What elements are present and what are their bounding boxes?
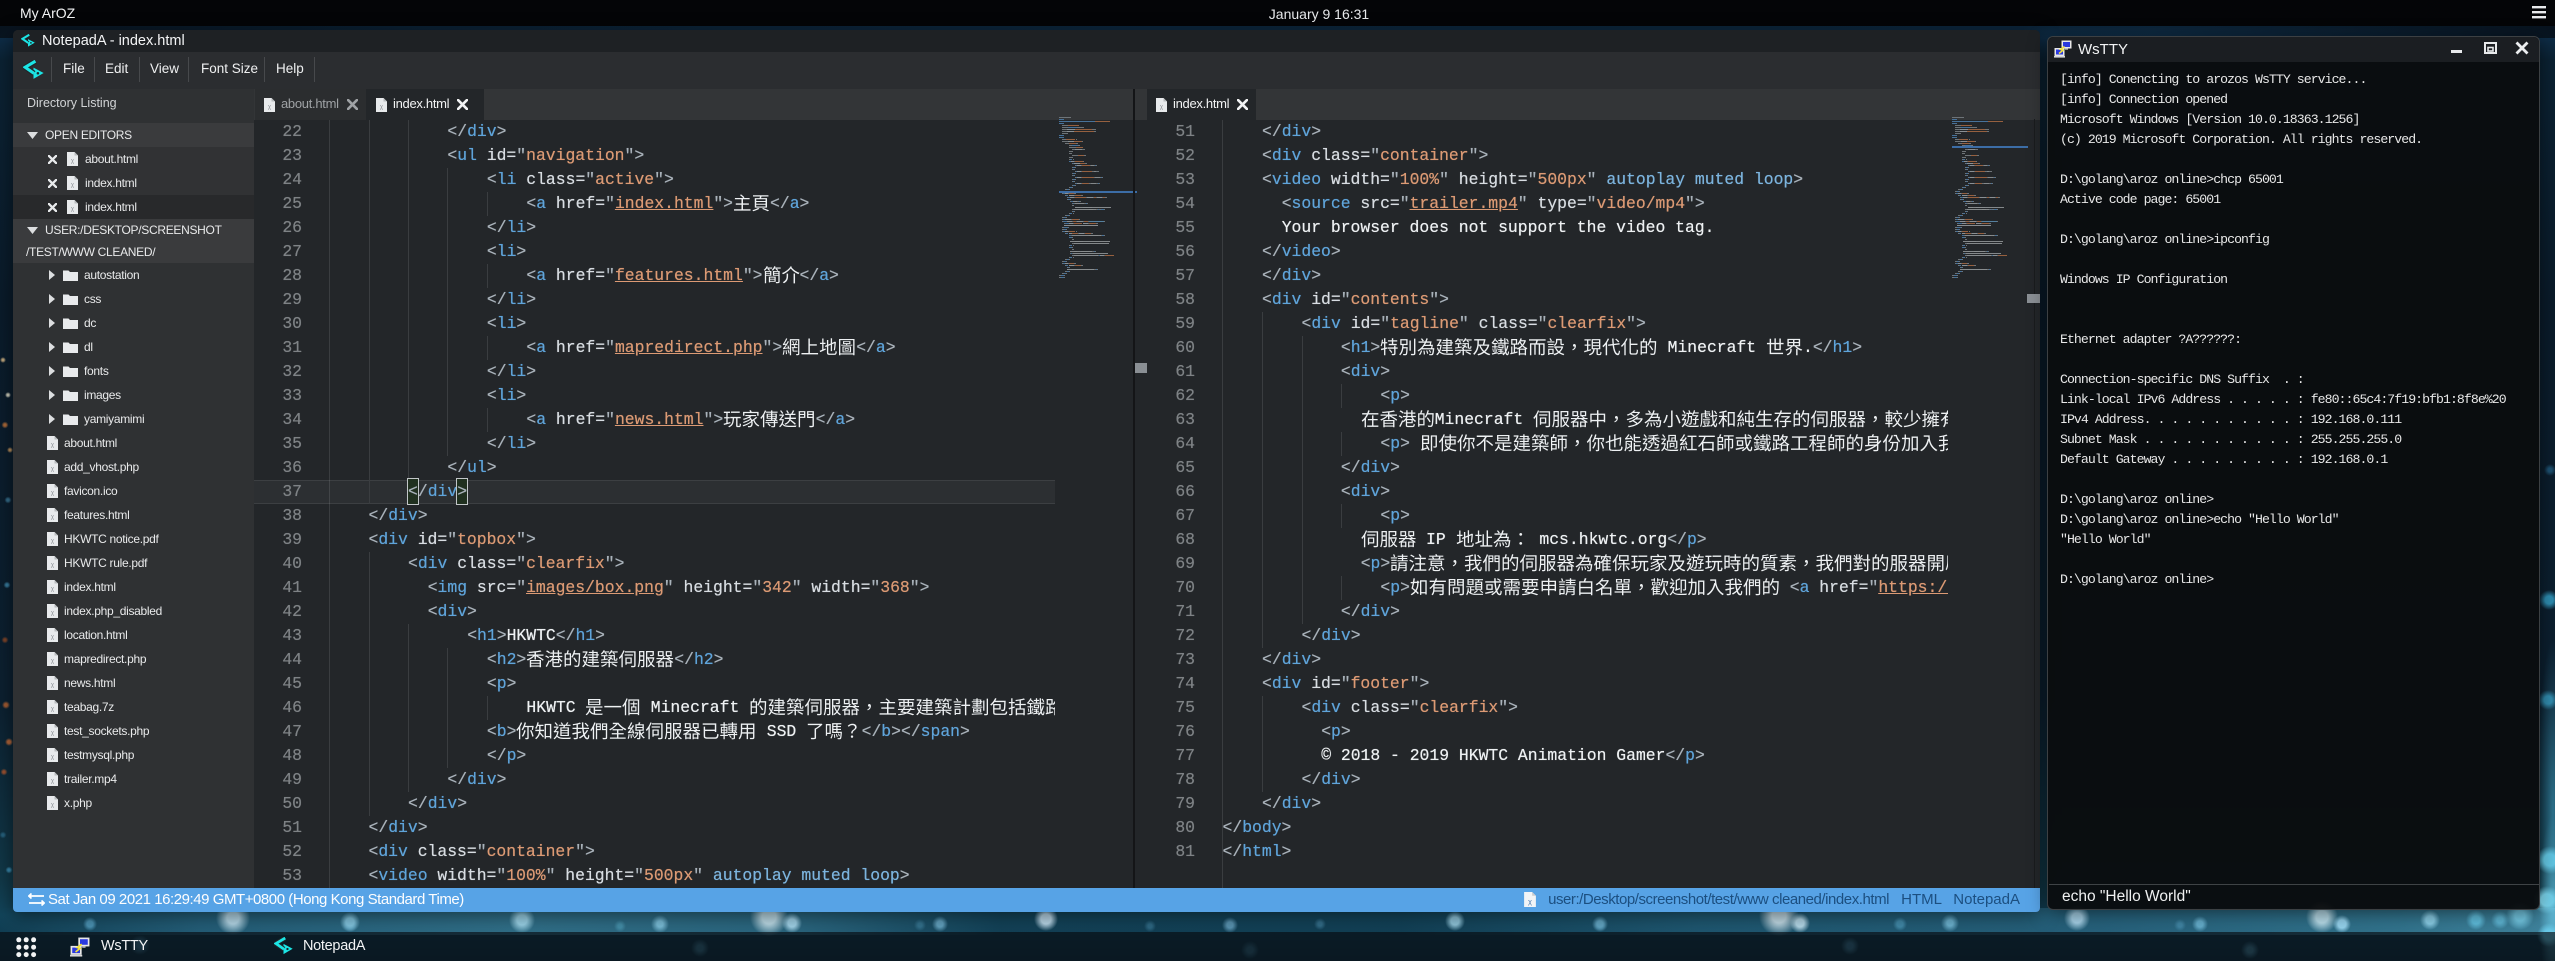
svg-text:χ: χ xyxy=(1528,897,1532,906)
